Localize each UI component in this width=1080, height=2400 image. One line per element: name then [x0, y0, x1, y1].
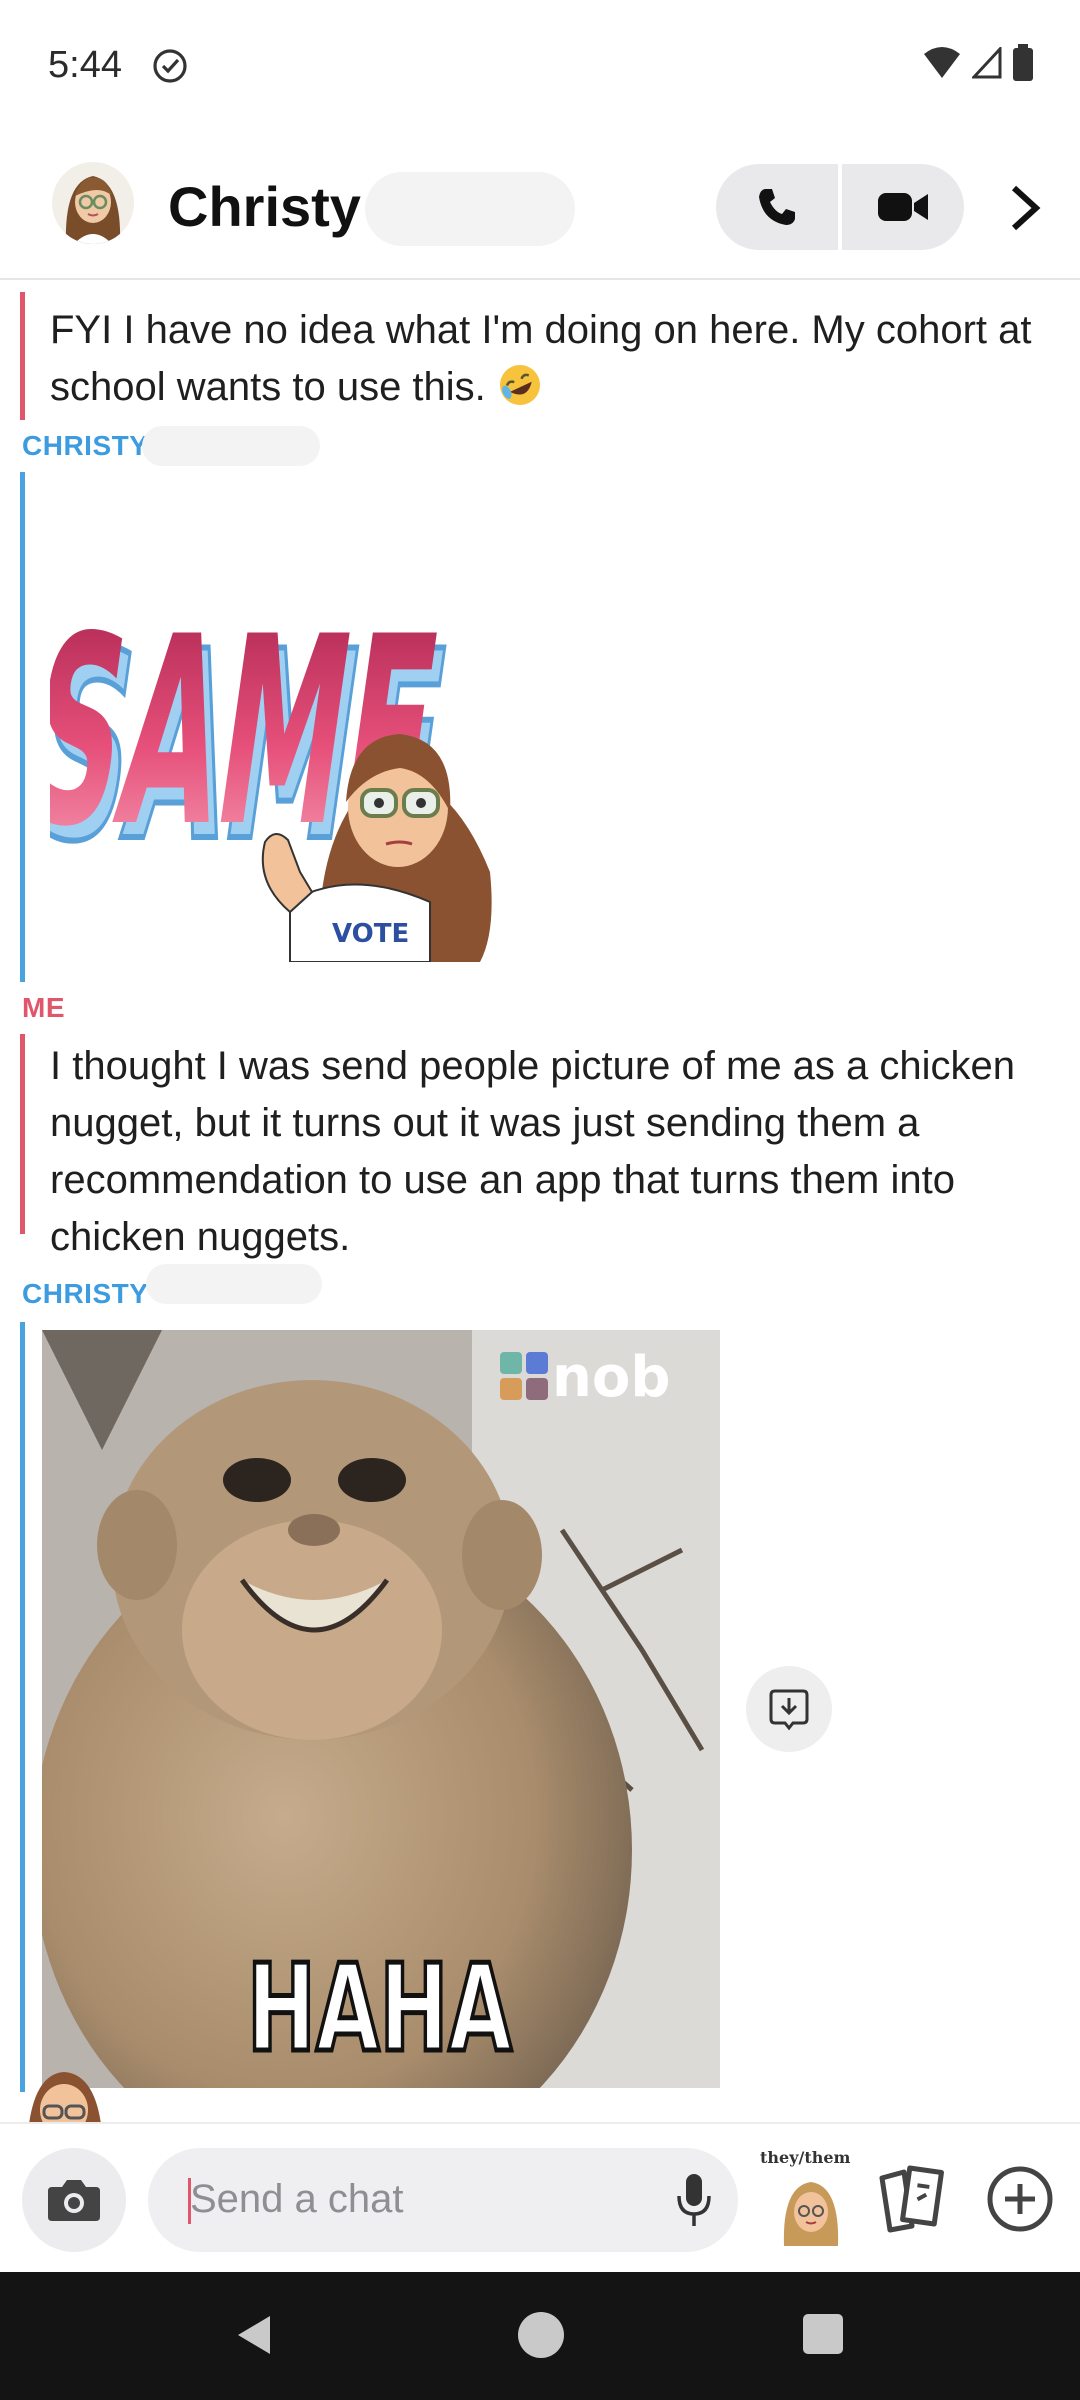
message-bar-friend: [20, 1322, 25, 2092]
chat-thread[interactable]: FYI I have no idea what I'm doing on her…: [0, 282, 1080, 2122]
call-buttons: [716, 164, 964, 250]
battery-icon: [1013, 44, 1033, 81]
message-text: I thought I was send people picture of m…: [50, 1044, 1016, 1259]
message-bar-friend: [20, 472, 25, 982]
wifi-icon: [924, 47, 960, 78]
contact-avatar[interactable]: [52, 162, 134, 244]
sender-label: ME: [22, 992, 65, 1023]
sync-check-icon: [153, 49, 187, 83]
pronoun-label: they/them: [760, 2148, 851, 2167]
redacted-name: [142, 426, 320, 466]
chevron-right-icon: [1011, 185, 1041, 231]
system-nav-bar: [0, 2272, 1080, 2400]
rofl-emoji-icon: [499, 365, 540, 405]
redacted-name: [365, 172, 575, 246]
monkey-gif[interactable]: nob HAHA: [42, 1330, 720, 2088]
chat-input-placeholder: Send a chat: [190, 2177, 404, 2221]
status-bar: 5:44: [0, 0, 1080, 130]
status-time: 5:44: [48, 44, 122, 86]
message-bar-me: [20, 292, 25, 420]
home-icon[interactable]: [518, 2312, 564, 2358]
chevron-right-button[interactable]: [1000, 178, 1050, 238]
microphone-icon[interactable]: [674, 2172, 714, 2228]
chat-header: Christy: [0, 150, 1080, 280]
bitmoji-button[interactable]: [776, 2176, 846, 2246]
cards-icon[interactable]: [876, 2164, 946, 2234]
video-call-button[interactable]: [842, 164, 964, 250]
voice-call-button[interactable]: [716, 164, 838, 250]
chat-input-field[interactable]: Send a chat: [148, 2148, 738, 2252]
message-bar-me: [20, 1034, 25, 1234]
sticker-badge-text: VOTE: [332, 919, 409, 949]
friend-bitmoji-peek: [14, 2072, 114, 2122]
save-download-icon: [769, 1689, 809, 1731]
chat-input-bar: Send a chat they/them: [0, 2122, 1080, 2272]
sender-label: CHRISTY: [22, 1278, 149, 1309]
camera-button[interactable]: [22, 2148, 126, 2252]
save-to-chat-button[interactable]: [746, 1666, 832, 1752]
message-text: FYI I have no idea what I'm doing on her…: [50, 302, 1040, 416]
contact-name[interactable]: Christy: [168, 174, 361, 239]
plus-circle-icon[interactable]: [985, 2164, 1055, 2234]
status-indicators: [922, 44, 1034, 82]
back-icon[interactable]: [232, 2312, 276, 2358]
bitmoji-sticker[interactable]: SAME SAME VOTE: [12, 472, 510, 963]
recent-apps-icon[interactable]: [803, 2314, 843, 2354]
redacted-name: [146, 1264, 322, 1304]
video-camera-icon: [878, 193, 928, 221]
phone-icon: [759, 189, 795, 225]
cell-signal-icon: [972, 47, 1002, 79]
gif-watermark: nob: [552, 1345, 670, 1410]
camera-icon: [48, 2180, 100, 2221]
sender-label: CHRISTY: [22, 430, 149, 461]
gif-caption: HAHA: [247, 1940, 512, 2079]
